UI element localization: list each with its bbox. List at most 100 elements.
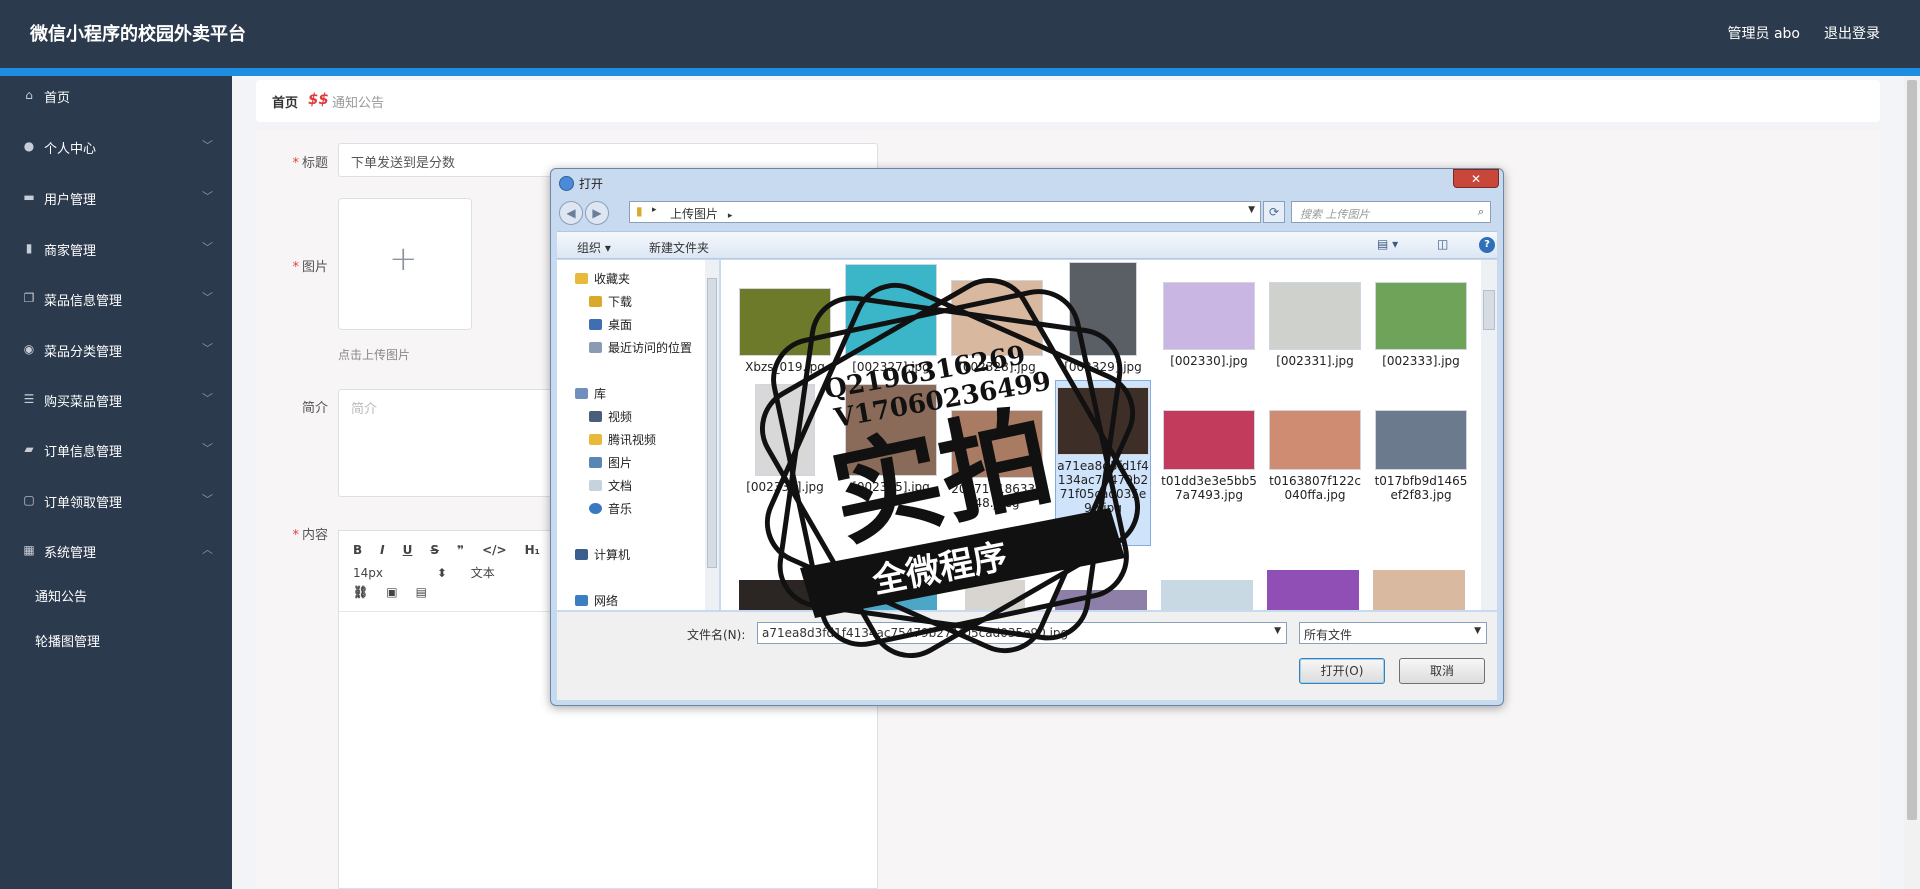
sidebar-item-merchants[interactable]: ▮ 商家管理 ﹀ — [0, 233, 232, 263]
logout-link[interactable]: 退出登录 — [1824, 23, 1880, 43]
video-icon[interactable]: ▤ — [416, 585, 427, 599]
open-button[interactable]: 打开(O) — [1299, 658, 1385, 684]
scrollbar-thumb[interactable] — [1483, 290, 1495, 330]
scrollbar-thumb[interactable] — [707, 278, 717, 568]
sidebar-item-users[interactable]: ▬ 用户管理 ﹀ — [0, 182, 232, 212]
file-thumbnail — [1269, 282, 1361, 350]
nav-pictures[interactable]: 图片 — [589, 454, 632, 471]
file-item[interactable]: [002328].jpg — [949, 280, 1045, 374]
forward-button[interactable]: ▶ — [585, 201, 609, 225]
dropdown-arrow-icon[interactable]: ▼ — [1248, 205, 1255, 215]
sidebar-item-order-pickup[interactable]: ▢ 订单领取管理 ﹀ — [0, 485, 232, 515]
sidebar-item-home[interactable]: ⌂ 首页 — [0, 80, 232, 110]
file-thumbnail[interactable] — [965, 580, 1025, 610]
sidebar-subitem-notices[interactable]: 通知公告 — [35, 586, 87, 605]
format-select[interactable]: 文本 — [471, 566, 495, 580]
sidebar-item-orders[interactable]: ▰ 订单信息管理 ﹀ — [0, 434, 232, 464]
cancel-button[interactable]: 取消 — [1399, 658, 1485, 684]
breadcrumb-arrow-icon: ▸ — [727, 211, 733, 221]
file-thumbnail[interactable] — [1267, 570, 1359, 610]
image-upload-box[interactable]: + — [338, 198, 472, 330]
scrollbar-thumb[interactable] — [1907, 80, 1917, 820]
file-item[interactable]: [002334].jpg — [737, 384, 833, 494]
nav-music[interactable]: 音乐 — [589, 500, 632, 517]
file-item[interactable]: [002329].jpg — [1055, 262, 1151, 374]
link-icon[interactable]: ⛓ — [353, 585, 368, 599]
file-item[interactable]: t017bfb9d1465ef2f83.jpg — [1373, 410, 1469, 502]
nav-favorites[interactable]: 收藏夹 — [575, 270, 630, 287]
filetype-select[interactable]: 所有文件 ▼ — [1299, 622, 1487, 644]
font-size-select[interactable]: 14px — [353, 566, 383, 580]
nav-tencent-video[interactable]: 腾讯视频 — [589, 431, 656, 448]
sidebar-item-profile[interactable]: ● 个人中心 ﹀ — [0, 131, 232, 161]
sidebar-item-categories[interactable]: ◉ 菜品分类管理 ﹀ — [0, 334, 232, 364]
page-scrollbar[interactable] — [1904, 76, 1920, 889]
preview-pane-icon[interactable]: ◫ — [1437, 237, 1448, 251]
navigation-pane: 收藏夹 下载 桌面 最近访问的位置 库 视频 腾讯视频 图片 文档 音乐 计算机… — [557, 260, 719, 610]
code-icon[interactable]: </> — [482, 543, 507, 557]
list-icon: ☰ — [23, 392, 35, 406]
file-item[interactable]: [002335].jpg — [843, 384, 939, 494]
italic-icon[interactable]: I — [380, 543, 384, 557]
address-bar[interactable]: ▮ ▸ 上传图片 ▸ ▼ — [629, 201, 1261, 223]
file-item[interactable]: t01dd3e3e5bb57a7493.jpg — [1161, 410, 1257, 502]
file-item[interactable]: [002331].jpg — [1267, 282, 1363, 368]
file-thumbnail[interactable] — [845, 580, 937, 610]
chevron-down-icon: ﹀ — [202, 190, 213, 203]
sidebar-item-label: 订单信息管理 — [44, 445, 123, 460]
sidebar-item-system[interactable]: ▦ 系统管理 ︿ — [0, 535, 232, 565]
sidebar-subitem-carousel[interactable]: 轮播图管理 — [35, 631, 100, 650]
file-scrollbar[interactable] — [1481, 260, 1497, 610]
nav-library[interactable]: 库 — [575, 385, 606, 402]
image-icon[interactable]: ▣ — [386, 585, 397, 599]
file-thumbnail[interactable] — [1055, 590, 1147, 610]
file-item[interactable]: Xbzs_019.jpg — [737, 288, 833, 374]
search-input[interactable]: 搜索 上传图片 ⌕ — [1291, 201, 1491, 223]
bold-icon[interactable]: B — [353, 543, 362, 557]
dropdown-arrow-icon[interactable]: ▼ — [1274, 626, 1281, 636]
sidebar-item-dishes[interactable]: ❐ 菜品信息管理 ﹀ — [0, 283, 232, 313]
intro-label: 简介 — [301, 401, 328, 416]
ticket-icon: ▰ — [24, 442, 34, 456]
back-button[interactable]: ◀ — [559, 201, 583, 225]
dropdown-arrow-icon[interactable]: ▼ — [1474, 626, 1481, 636]
breadcrumb-home[interactable]: 首页 — [272, 92, 298, 111]
filename-label: 文件名(N): — [687, 628, 746, 642]
file-thumbnail[interactable] — [1161, 580, 1253, 610]
file-thumbnail[interactable] — [739, 580, 831, 610]
underline-icon[interactable]: U — [403, 543, 413, 557]
refresh-button[interactable]: ⟳ — [1263, 201, 1285, 223]
file-item-selected[interactable]: a71ea8d3fd1f4134ac75479b271f05cad035e90.… — [1055, 380, 1151, 546]
strikethrough-icon[interactable]: S — [430, 543, 439, 557]
quote-icon[interactable]: ❞ — [457, 543, 464, 557]
briefcase-icon: ▬ — [23, 190, 35, 204]
file-thumbnail[interactable] — [1373, 570, 1465, 610]
nav-documents[interactable]: 文档 — [589, 477, 632, 494]
file-item[interactable]: t0163807f122c040ffa.jpg — [1267, 410, 1363, 502]
sidebar-item-purchases[interactable]: ☰ 购买菜品管理 ﹀ — [0, 384, 232, 414]
command-bar: 组织 ▾ 新建文件夹 ▤ ▾ ◫ ? — [557, 231, 1497, 259]
nav-scrollbar[interactable] — [705, 260, 719, 610]
nav-computer[interactable]: 计算机 — [575, 546, 630, 563]
nav-recent[interactable]: 最近访问的位置 — [589, 339, 692, 356]
heading-icon[interactable]: H₁ — [525, 543, 540, 557]
current-user[interactable]: 管理员 abo — [1728, 23, 1800, 43]
nav-downloads[interactable]: 下载 — [589, 293, 632, 310]
nav-videos[interactable]: 视频 — [589, 408, 632, 425]
close-button[interactable]: ✕ — [1453, 169, 1499, 188]
top-header: 微信小程序的校园外卖平台 管理员 abo 退出登录 — [0, 0, 1920, 68]
search-icon[interactable]: ⌕ — [1478, 205, 1484, 219]
organize-button[interactable]: 组织 ▾ — [577, 239, 611, 256]
nav-network[interactable]: 网络 — [575, 592, 618, 609]
nav-desktop[interactable]: 桌面 — [589, 316, 632, 333]
upload-hint: 点击上传图片 — [338, 348, 411, 362]
filename-input[interactable]: a71ea8d3fd1f4134ac75479b271f05cad035e90.… — [757, 622, 1287, 644]
help-icon[interactable]: ? — [1479, 237, 1495, 253]
file-item[interactable]: [002330].jpg — [1161, 282, 1257, 368]
file-item[interactable]: 20171018633548.jpeg — [949, 410, 1045, 510]
view-options-icon[interactable]: ▤ ▾ — [1377, 237, 1398, 251]
file-item[interactable]: [002333].jpg — [1373, 282, 1469, 368]
file-item[interactable]: [002327].jpg — [843, 264, 939, 374]
app-title: 微信小程序的校园外卖平台 — [30, 24, 246, 45]
new-folder-button[interactable]: 新建文件夹 — [649, 239, 709, 256]
